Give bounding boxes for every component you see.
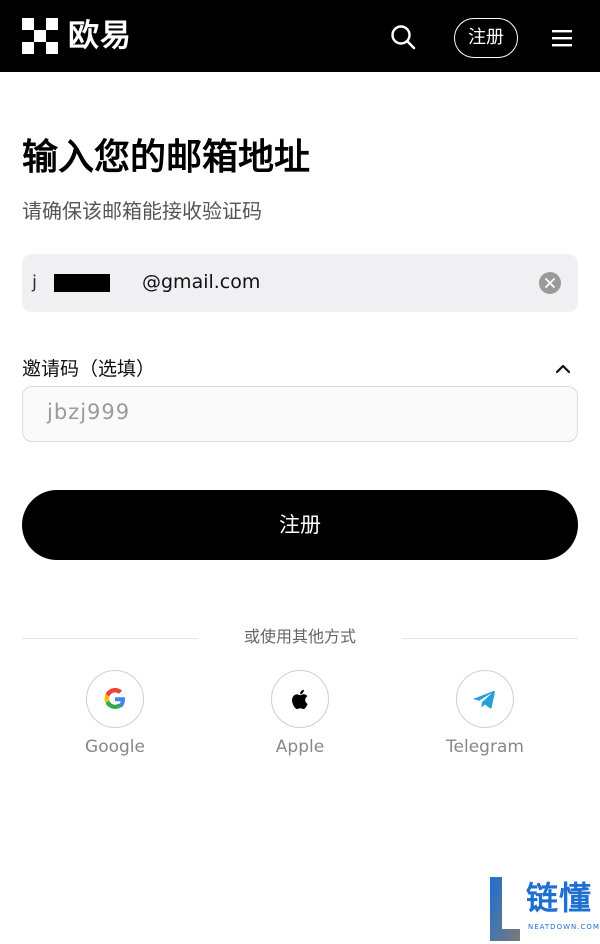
page-subtitle: 请确保该邮箱能接收验证码 [22,199,262,223]
invite-code-label: 邀请码（选填） [22,358,156,380]
email-redaction-block [54,274,110,292]
hamburger-menu-icon[interactable] [548,26,576,50]
alternative-login-text: 或使用其他方式 [243,627,356,646]
divider-line-right [402,638,578,639]
invite-code-input[interactable]: jbzj999 [22,386,578,442]
apple-label: Apple [275,737,325,757]
watermark-logo: 链懂 NEATDOWN.COM [486,873,600,943]
brand-name: 欧易 [68,18,132,54]
top-nav-bar: 欧易 注册 [0,0,600,72]
invite-code-value: jbzj999 [47,400,131,424]
apple-icon [271,670,329,728]
okx-checker-logo-icon [22,18,58,54]
chevron-up-icon[interactable] [552,360,574,378]
email-prefix: j [32,272,38,293]
telegram-login-button[interactable]: Telegram [425,670,545,758]
brand-logo[interactable]: 欧易 [22,18,132,54]
clear-circle-icon[interactable] [539,272,561,294]
google-icon [86,670,144,728]
watermark-subtext: NEATDOWN.COM [528,923,600,931]
search-icon[interactable] [388,22,418,52]
divider-line-left [22,638,198,639]
header-signup-button[interactable]: 注册 [454,18,518,58]
watermark-l-icon [490,877,520,941]
signup-submit-button[interactable]: 注册 [22,490,578,560]
google-label: Google [85,737,145,757]
email-value: @gmail.com [142,271,261,293]
google-login-button[interactable]: Google [55,670,175,758]
telegram-label: Telegram [446,737,524,757]
telegram-icon [456,670,514,728]
page-title: 输入您的邮箱地址 [22,137,311,178]
watermark-text: 链懂 [526,879,593,917]
apple-login-button[interactable]: Apple [240,670,360,758]
